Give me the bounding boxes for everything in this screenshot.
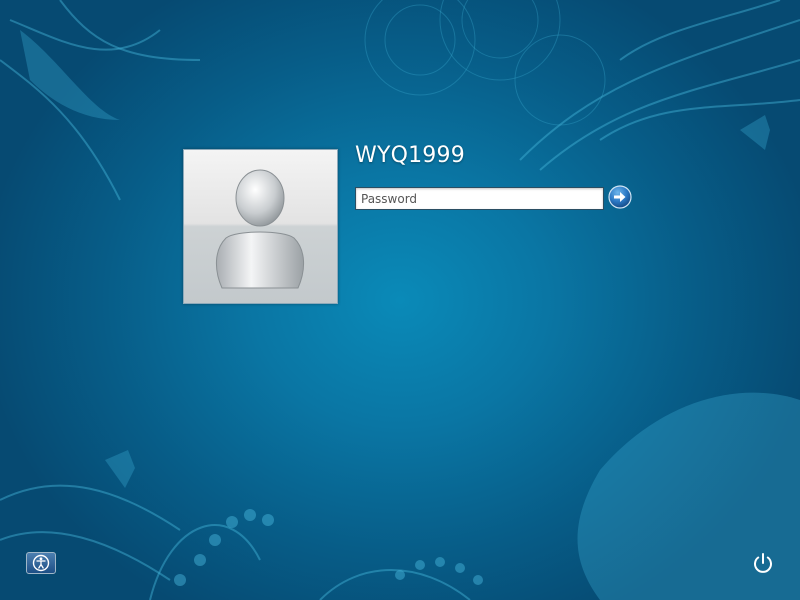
power-button[interactable]: [750, 550, 776, 576]
username-label: WYQ1999: [355, 143, 465, 168]
ease-of-access-icon: [32, 554, 50, 572]
user-avatar-tile: [183, 149, 338, 304]
arrow-right-icon: [608, 185, 632, 209]
user-silhouette-icon: [216, 169, 304, 289]
background-art: [0, 0, 800, 600]
power-icon: [754, 553, 772, 573]
submit-button[interactable]: [608, 185, 632, 209]
password-input[interactable]: [355, 187, 604, 210]
ease-of-access-button[interactable]: [26, 552, 56, 574]
